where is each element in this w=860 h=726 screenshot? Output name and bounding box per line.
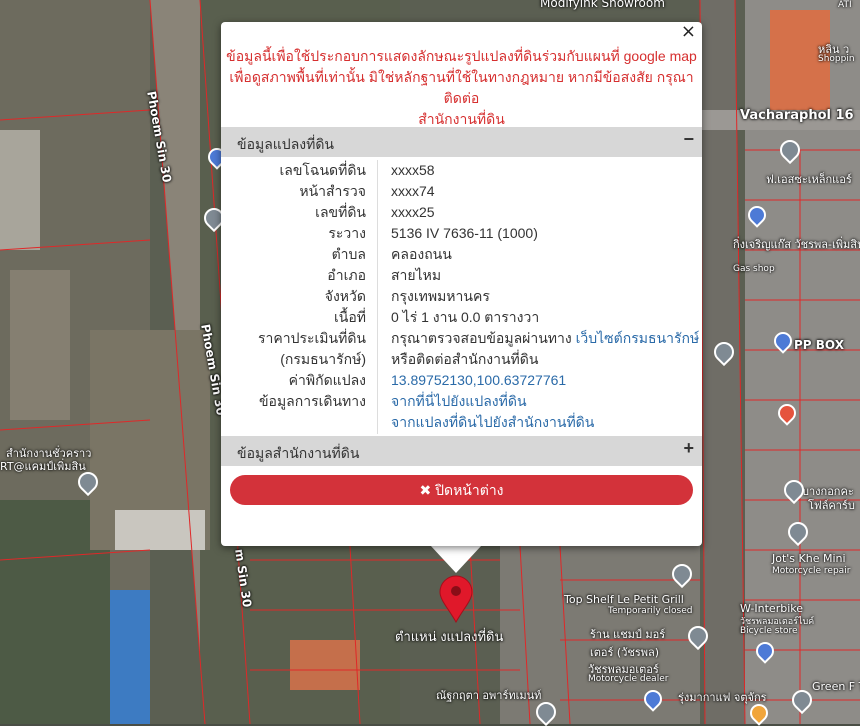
office-info-section-header[interactable]: ข้อมูลสำนักงานที่ดิน + [221,436,702,466]
table-row: ข้อมูลการเดินทาง จากที่นี่ไปยังแปลงที่ดิน [221,391,702,412]
poi-label: Motorcycle dealer [588,674,669,684]
table-row: เลขที่ดิน xxxx25 [221,202,702,223]
table-row: ค่าพิกัดแปลง 13.89752130,100.63727761 [221,370,702,391]
poi-label: PP BOX [794,338,844,352]
popup-arrow [430,545,482,573]
table-row: (กรมธนารักษ์) หรือติดต่อสำนักงานที่ดิน [221,349,702,370]
table-row: อำเภอ สายไหม [221,265,702,286]
row-value: คลองถนน [391,246,452,262]
poi-label: RT@แคมป์เพิ่มสิน [0,460,86,473]
poi-label: กิ่งเจริญแก๊ส วัชรพล-เพิ่มสิน [733,238,860,251]
directions-to-office-link[interactable]: จากแปลงที่ดินไปยังสำนักงานที่ดิน [391,412,594,433]
row-label: เลขที่ดิน [315,204,366,220]
poi-label: Jot's Khe Mini [772,552,846,565]
section-title: ข้อมูลแปลงที่ดิน [237,136,335,152]
row-value: กรุงเทพมหานคร [391,288,490,304]
row-label: เลขโฉนดที่ดิน [279,162,366,178]
section-title: ข้อมูลสำนักงานที่ดิน [237,445,360,461]
row-value: xxxx25 [391,204,435,220]
table-row: จากแปลงที่ดินไปยังสำนักงานที่ดิน [221,412,702,433]
close-window-button[interactable]: ✖ ปิดหน้าต่าง [230,475,693,505]
disclaimer-line: ข้อมูลนี้เพื่อใช้ประกอบการแสดงลักษณะรูปแ… [226,48,697,64]
row-label: ราคาประเมินที่ดิน [257,330,366,346]
poi-label: Temporarily closed [608,606,693,616]
poi-label: Bicycle store [740,626,798,636]
land-info-table: เลขโฉนดที่ดิน xxxx58 หน้าสำรวจ xxxx74 เลขท… [221,160,702,433]
row-label: ระวาง [328,225,366,241]
poi-label: Modifyink Showroom [540,0,665,10]
table-row: หน้าสำรวจ xxxx74 [221,181,702,202]
table-row: ตำบล คลองถนน [221,244,702,265]
poi-label: Shoppin [818,54,855,64]
parcel-info-popup: × ข้อมูลนี้เพื่อใช้ประกอบการแสดงลักษณะรู… [221,22,702,546]
table-row: เนื้อที่ 0 ไร่ 1 งาน 0.0 ตารางวา [221,307,702,328]
poi-label: Top Shelf Le Petit Grill [564,593,684,606]
poi-label: Gas shop [733,264,775,274]
row-label: จังหวัด [324,288,366,304]
treasury-website-link[interactable]: เว็บไซต์กรมธนารักษ์ [576,330,700,346]
close-icon[interactable]: × [681,22,696,42]
poi-label: ร้าน แชมป์ มอร์ เตอร์ (วัชรพล) [590,628,666,659]
table-row: ราคาประเมินที่ดิน กรุณาตรวจสอบข้อมูลผ่าน… [221,328,702,349]
price-text: กรุณาตรวจสอบข้อมูลผ่านทาง [391,330,572,346]
table-row: จังหวัด กรุงเทพมหานคร [221,286,702,307]
poi-label: ณัฐกฤตา อพาร์ทเมนท์ [436,689,542,702]
poi-label: Green F Tradin [812,680,860,693]
parcel-location-label: ตำแหน่ งแปลงที่ดิน [395,629,504,644]
row-value: xxxx74 [391,183,435,199]
coordinates-link[interactable]: 13.89752130,100.63727761 [391,370,566,391]
row-label: อำเภอ [327,267,366,283]
disclaimer-line: เพื่อดูสภาพพื้นที่เท่านั้น มิใช่หลักฐานท… [229,69,694,106]
row-label: ข้อมูลการเดินทาง [258,393,366,409]
land-info-section-header[interactable]: ข้อมูลแปลงที่ดิน − [221,127,702,157]
disclaimer-text: ข้อมูลนี้เพื่อใช้ประกอบการแสดงลักษณะรูปแ… [221,46,702,130]
row-value: xxxx58 [391,162,435,178]
row-label: (กรมธนารักษ์) [280,351,366,367]
row-label: ค่าพิกัดแปลง [288,372,366,388]
row-label: หน้าสำรวจ [299,183,366,199]
row-value: หรือติดต่อสำนักงานที่ดิน [391,351,539,367]
row-value: สายไหม [391,267,442,283]
collapse-icon[interactable]: − [683,129,694,150]
row-value: 0 ไร่ 1 งาน 0.0 ตารางวา [391,309,540,325]
table-row: ระวาง 5136 IV 7636-11 (1000) [221,223,702,244]
table-row: เลขโฉนดที่ดิน xxxx58 [221,160,702,181]
poi-label: รุ่งมากาแฟ จตุจักร [678,691,767,704]
directions-to-parcel-link[interactable]: จากที่นี่ไปยังแปลงที่ดิน [391,391,527,412]
row-label: ตำบล [331,246,366,262]
poi-label: โฟล์คาร์บ [808,499,855,512]
road-label: Vacharaphol 16 [740,108,854,123]
close-icon: ✖ [419,482,432,498]
close-button-label: ปิดหน้าต่าง [435,482,504,498]
poi-label: Motorcycle repair [772,566,851,576]
expand-icon[interactable]: + [683,438,694,459]
row-value: 5136 IV 7636-11 (1000) [391,225,538,241]
poi-label: ฟ.เอสซะเหล็กแอร์ [766,173,852,186]
row-label: เนื้อที่ [334,309,366,325]
row-value: กรุณาตรวจสอบข้อมูลผ่านทาง เว็บไซต์กรมธนา… [391,328,699,349]
poi-label: ATI [838,0,852,10]
